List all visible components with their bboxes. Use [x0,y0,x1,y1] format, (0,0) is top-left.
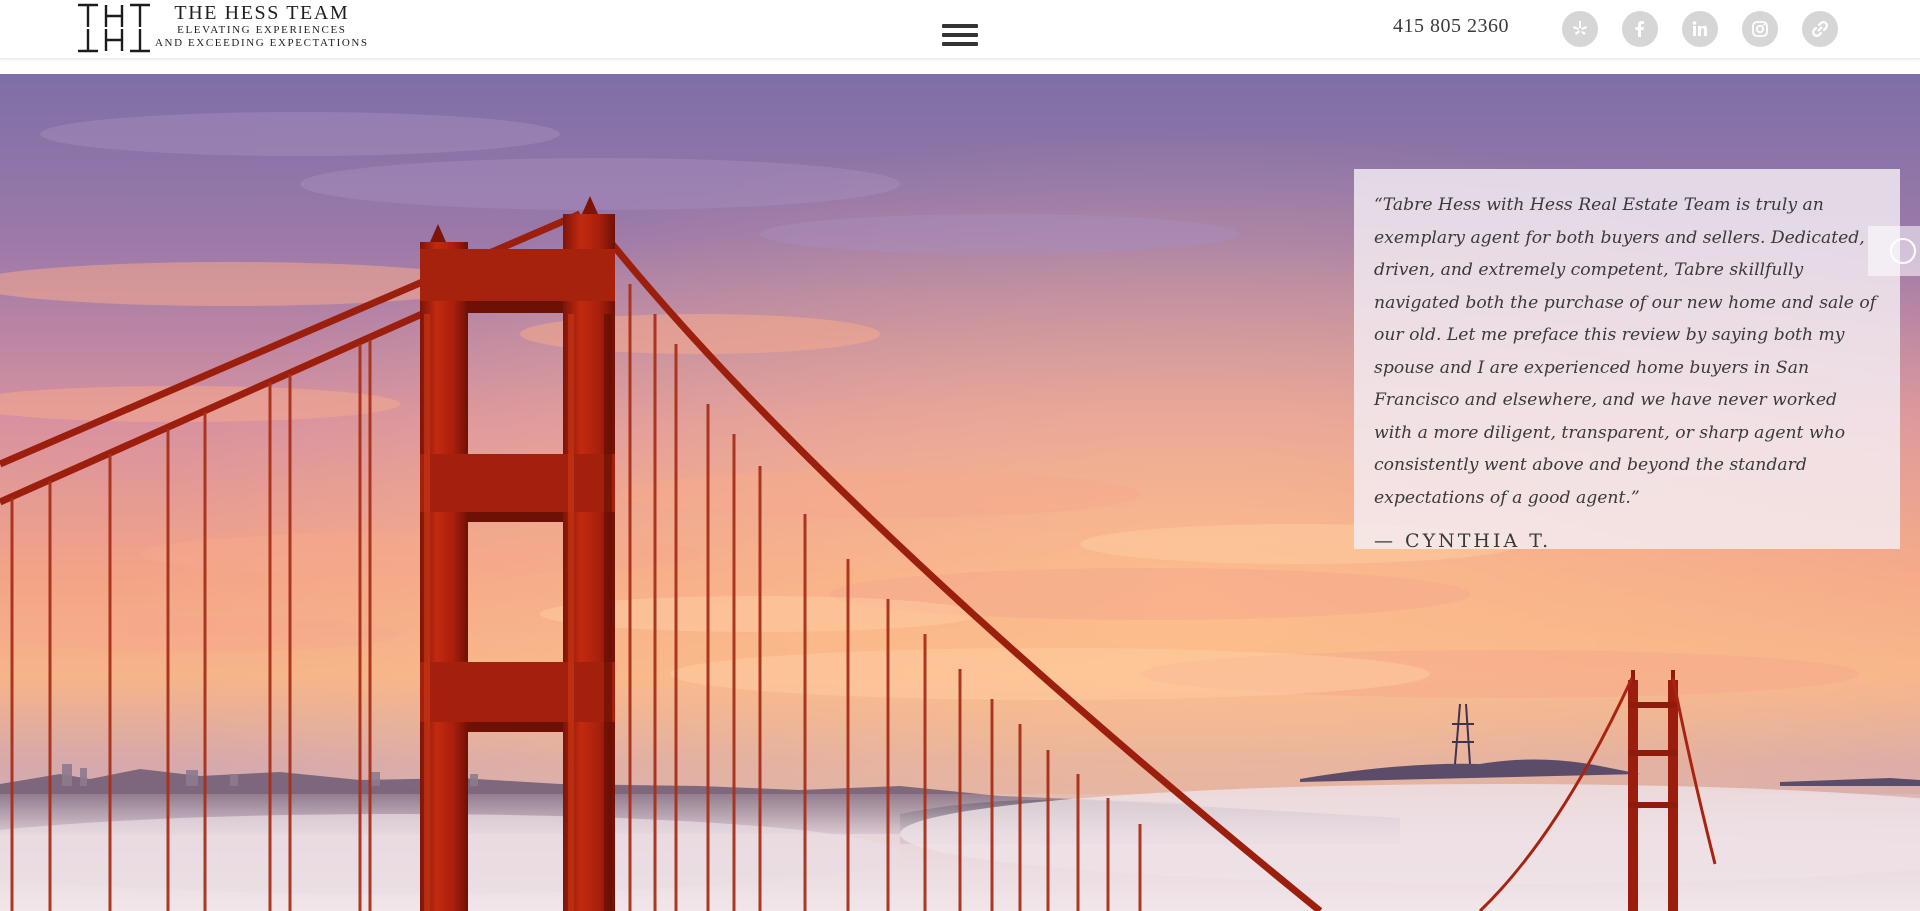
linkedin-icon[interactable] [1682,11,1718,47]
brand-title: THE HESS TEAM [174,2,350,24]
site-header: THE HESS TEAM ELEVATING EXPERIENCES AND … [0,0,1920,59]
brand-tagline-1: ELEVATING EXPERIENCES [177,24,347,36]
circle-icon [1890,238,1916,264]
hamburger-menu-icon[interactable] [942,24,978,50]
brand-tagline-2: AND EXCEEDING EXPECTATIONS [155,37,369,49]
testimonial-card: “Tabre Hess with Hess Real Estate Team i… [1354,169,1900,552]
phone-number[interactable]: 415 805 2360 [1393,15,1509,38]
testimonial-quote: “Tabre Hess with Hess Real Estate Team i… [1374,195,1877,508]
brand-text: THE HESS TEAM ELEVATING EXPERIENCES AND … [155,2,369,50]
brand-logo[interactable]: THE HESS TEAM ELEVATING EXPERIENCES AND … [76,2,369,54]
logo-monogram-icon [78,3,150,53]
facebook-icon[interactable] [1622,11,1658,47]
link-icon[interactable] [1802,11,1838,47]
side-widget-button[interactable] [1868,226,1920,276]
social-links [1562,11,1838,47]
yelp-icon[interactable] [1562,11,1598,47]
testimonial-author: — CYNTHIA T. [1374,530,1552,552]
instagram-icon[interactable] [1742,11,1778,47]
hero-banner: “Tabre Hess with Hess Real Estate Team i… [0,74,1920,911]
